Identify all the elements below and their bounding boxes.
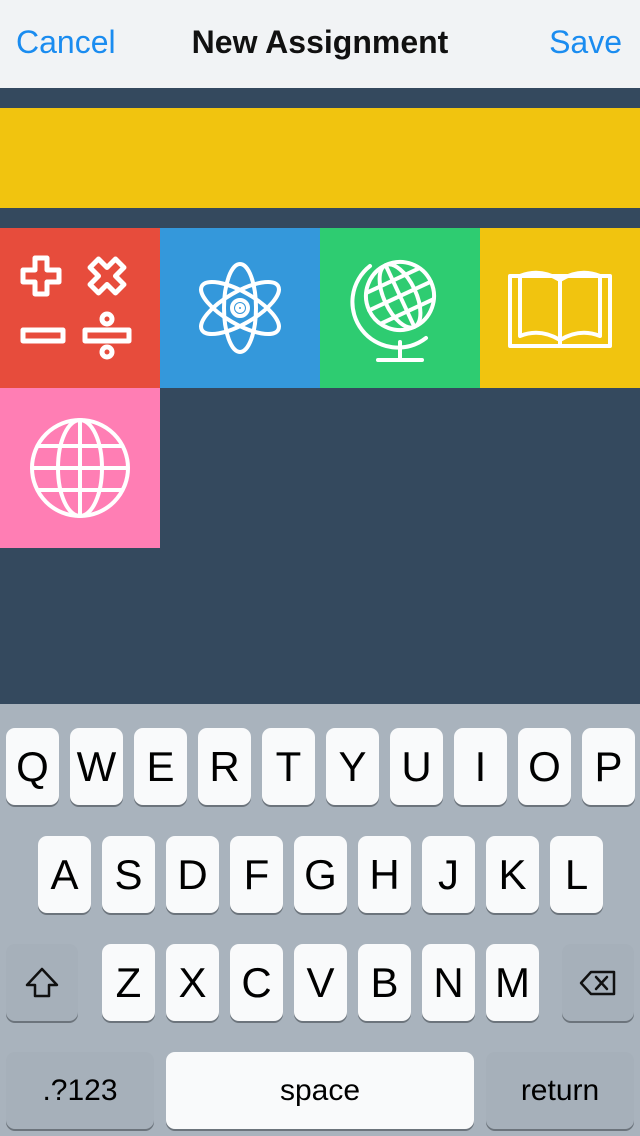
key-z[interactable]: Z [102, 944, 155, 1021]
save-button[interactable]: Save [549, 24, 622, 61]
key-r[interactable]: R [198, 728, 251, 805]
key-k[interactable]: K [486, 836, 539, 913]
key-c[interactable]: C [230, 944, 283, 1021]
key-i[interactable]: I [454, 728, 507, 805]
key-v[interactable]: V [294, 944, 347, 1021]
key-f[interactable]: F [230, 836, 283, 913]
key-y[interactable]: Y [326, 728, 379, 805]
key-t[interactable]: T [262, 728, 315, 805]
key-j[interactable]: J [422, 836, 475, 913]
subject-tile-math[interactable] [0, 228, 160, 388]
key-e[interactable]: E [134, 728, 187, 805]
key-h[interactable]: H [358, 836, 411, 913]
subject-tile-reading[interactable] [480, 228, 640, 388]
key-w[interactable]: W [70, 728, 123, 805]
key-s[interactable]: S [102, 836, 155, 913]
key-p[interactable]: P [582, 728, 635, 805]
shift-key[interactable] [6, 944, 78, 1021]
key-a[interactable]: A [38, 836, 91, 913]
key-q[interactable]: Q [6, 728, 59, 805]
subject-tile-science[interactable] [160, 228, 320, 388]
delete-key[interactable] [562, 944, 634, 1021]
backspace-icon [579, 970, 616, 995]
desk-globe-icon [350, 260, 436, 362]
numbers-key[interactable]: .?123 [6, 1052, 154, 1129]
atom-icon [199, 262, 281, 354]
key-u[interactable]: U [390, 728, 443, 805]
key-l[interactable]: L [550, 836, 603, 913]
math-operators-icon [20, 255, 132, 360]
subject-tile-languages[interactable] [0, 388, 160, 548]
assignment-title-field[interactable] [0, 108, 640, 208]
cancel-button[interactable]: Cancel [16, 24, 116, 61]
shift-icon [25, 967, 59, 997]
return-key[interactable]: return [486, 1052, 634, 1129]
key-o[interactable]: O [518, 728, 571, 805]
key-m[interactable]: M [486, 944, 539, 1021]
navigation-bar: Cancel New Assignment Save [0, 0, 640, 88]
keyboard: Q W E R T Y U I O P A S D F G H J K L Z … [0, 704, 640, 1136]
open-book-icon [508, 270, 612, 348]
key-x[interactable]: X [166, 944, 219, 1021]
key-g[interactable]: G [294, 836, 347, 913]
space-key[interactable]: space [166, 1052, 474, 1129]
globe-icon [30, 418, 130, 518]
assignment-editor [0, 88, 640, 704]
key-d[interactable]: D [166, 836, 219, 913]
key-n[interactable]: N [422, 944, 475, 1021]
subject-tile-geography[interactable] [320, 228, 480, 388]
key-b[interactable]: B [358, 944, 411, 1021]
